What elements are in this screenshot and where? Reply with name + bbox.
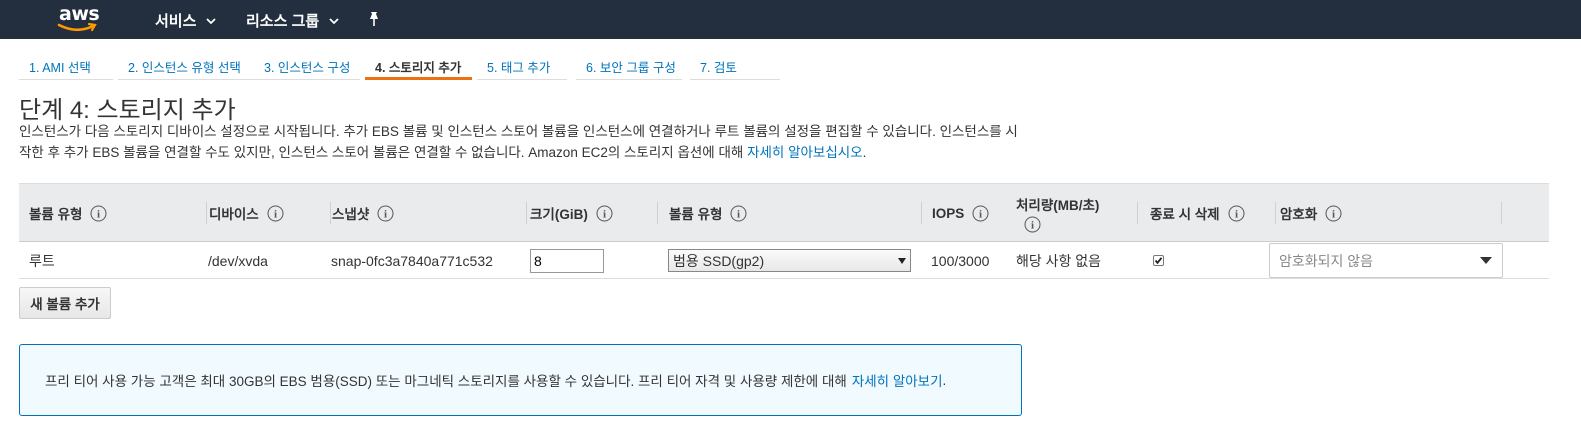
table-header: 볼륨 유형 i 디바이스 i 스냅샷 i 크기(GiB) i 볼륨 유형 i I… xyxy=(19,183,1549,242)
step-label: 2. 인스턴스 유형 선택 xyxy=(128,61,241,75)
page-description: 인스턴스가 다음 스토리지 디바이스 설정으로 시작됩니다. 추가 EBS 볼륨… xyxy=(19,121,1029,163)
header-snapshot: 스냅샷 i xyxy=(332,184,527,242)
aws-smile-icon xyxy=(57,22,97,32)
step-2-instance-type[interactable]: 2. 인스턴스 유형 선택 xyxy=(118,50,258,80)
header-throughput: 처리량(MB/초) i xyxy=(1016,184,1138,242)
step-3-configure[interactable]: 3. 인스턴스 구성 xyxy=(254,50,360,80)
cell-device: /dev/xvda xyxy=(208,252,268,269)
header-label: 암호화 xyxy=(1280,207,1318,222)
chevron-down-icon xyxy=(329,17,339,24)
header-delete-on-termination: 종료 시 삭제 i xyxy=(1150,184,1276,242)
info-icon[interactable]: i xyxy=(377,205,394,222)
header-label: 볼륨 유형 xyxy=(669,207,723,222)
header-volume-kind: 볼륨 유형 i xyxy=(669,184,922,242)
cell-volume-type: 루트 xyxy=(29,252,55,269)
svg-text:i: i xyxy=(1332,208,1335,220)
svg-text:i: i xyxy=(737,208,740,220)
info-icon[interactable]: i xyxy=(267,205,284,222)
description-trailing: . xyxy=(862,145,867,160)
storage-options-learn-more-link[interactable]: 자세히 알아보십시오 xyxy=(747,145,863,160)
cell-snapshot: snap-0fc3a7840a771c532 xyxy=(331,252,493,269)
cell-delete-on-termination xyxy=(1153,242,1164,279)
header-label: 볼륨 유형 xyxy=(29,207,83,222)
info-icon[interactable]: i xyxy=(1228,205,1245,222)
cell-volume-kind: 범용 SSD(gp2) xyxy=(668,242,911,279)
table-row: 루트 /dev/xvda snap-0fc3a7840a771c532 범용 S… xyxy=(19,242,1549,279)
free-tier-learn-more-link[interactable]: 자세히 알아보기 xyxy=(852,370,943,390)
step-4-storage[interactable]: 4. 스토리지 추가 xyxy=(365,50,472,80)
cell-iops: 100/3000 xyxy=(931,252,990,269)
header-iops: IOPS i xyxy=(932,184,1015,242)
info-icon[interactable]: i xyxy=(90,205,107,222)
svg-text:i: i xyxy=(384,208,387,220)
checkmark-icon xyxy=(1154,257,1163,265)
delete-on-termination-checkbox[interactable] xyxy=(1153,255,1164,266)
resource-groups-menu[interactable]: 리소스 그룹 xyxy=(246,10,340,31)
step-label: 5. 태그 추가 xyxy=(487,61,551,75)
page-title: 단계 4: 스토리지 추가 xyxy=(19,97,236,124)
add-new-volume-button[interactable]: 새 볼륨 추가 xyxy=(19,287,111,319)
volume-type-select-value: 범용 SSD(gp2) xyxy=(673,252,765,269)
header-volume-type: 볼륨 유형 i xyxy=(29,184,207,242)
step-label: 7. 검토 xyxy=(700,61,737,75)
header-label: 스냅샷 xyxy=(332,207,370,222)
size-input[interactable] xyxy=(530,248,604,273)
step-label: 3. 인스턴스 구성 xyxy=(264,61,351,75)
svg-text:i: i xyxy=(1235,208,1238,220)
header-encryption: 암호화 i xyxy=(1280,184,1502,242)
svg-text:i: i xyxy=(1031,219,1034,231)
caret-down-icon xyxy=(1480,257,1492,264)
info-icon[interactable]: i xyxy=(972,205,989,222)
volume-type-select[interactable]: 범용 SSD(gp2) xyxy=(668,249,911,272)
header-label: 디바이스 xyxy=(209,207,259,222)
top-navigation-bar: aws 서비스 리소스 그룹 xyxy=(0,0,1581,39)
step-label: 4. 스토리지 추가 xyxy=(375,61,462,75)
header-label: 크기(GiB) xyxy=(530,207,588,222)
info-icon[interactable]: i xyxy=(596,205,613,222)
cell-throughput: 해당 사항 없음 xyxy=(1016,252,1102,269)
step-label: 1. AMI 선택 xyxy=(29,61,91,75)
header-device: 디바이스 i xyxy=(209,184,331,242)
free-tier-notice-text: 프리 티어 사용 가능 고객은 최대 30GB의 EBS 범용(SSD) 또는 … xyxy=(45,374,847,389)
description-text: 인스턴스가 다음 스토리지 디바이스 설정으로 시작됩니다. 추가 EBS 볼륨… xyxy=(19,124,1018,160)
header-label: 처리량(MB/초) xyxy=(1016,197,1100,213)
step-label: 6. 보안 그룹 구성 xyxy=(586,61,676,75)
svg-text:i: i xyxy=(274,208,277,220)
step-5-tags[interactable]: 5. 태그 추가 xyxy=(477,50,567,80)
info-icon[interactable]: i xyxy=(730,205,747,222)
services-menu-label: 서비스 xyxy=(155,13,197,30)
cell-size xyxy=(530,242,604,279)
cell-encryption: 암호화되지 않음 xyxy=(1269,242,1503,279)
header-label: 종료 시 삭제 xyxy=(1150,207,1220,222)
notice-trailing: . xyxy=(942,372,947,388)
svg-text:i: i xyxy=(979,208,982,220)
services-menu[interactable]: 서비스 xyxy=(155,10,217,31)
encryption-select[interactable]: 암호화되지 않음 xyxy=(1269,243,1503,278)
pin-icon[interactable] xyxy=(367,11,381,27)
step-6-security-group[interactable]: 6. 보안 그룹 구성 xyxy=(576,50,682,80)
step-7-review[interactable]: 7. 검토 xyxy=(690,50,780,80)
free-tier-notice: 프리 티어 사용 가능 고객은 최대 30GB의 EBS 범용(SSD) 또는 … xyxy=(19,344,1022,416)
storage-table: 볼륨 유형 i 디바이스 i 스냅샷 i 크기(GiB) i 볼륨 유형 i I… xyxy=(19,183,1549,279)
svg-text:i: i xyxy=(603,208,606,220)
header-label: IOPS xyxy=(932,205,965,221)
info-icon[interactable]: i xyxy=(1024,216,1041,233)
chevron-down-icon xyxy=(206,17,217,24)
info-icon[interactable]: i xyxy=(1325,205,1342,222)
encryption-select-value: 암호화되지 않음 xyxy=(1279,252,1374,269)
resource-groups-menu-label: 리소스 그룹 xyxy=(246,13,320,30)
caret-down-icon xyxy=(898,257,906,264)
svg-text:i: i xyxy=(97,208,100,220)
header-size: 크기(GiB) i xyxy=(530,184,658,242)
aws-logo[interactable]: aws xyxy=(57,3,105,35)
step-1-ami[interactable]: 1. AMI 선택 xyxy=(19,50,113,80)
